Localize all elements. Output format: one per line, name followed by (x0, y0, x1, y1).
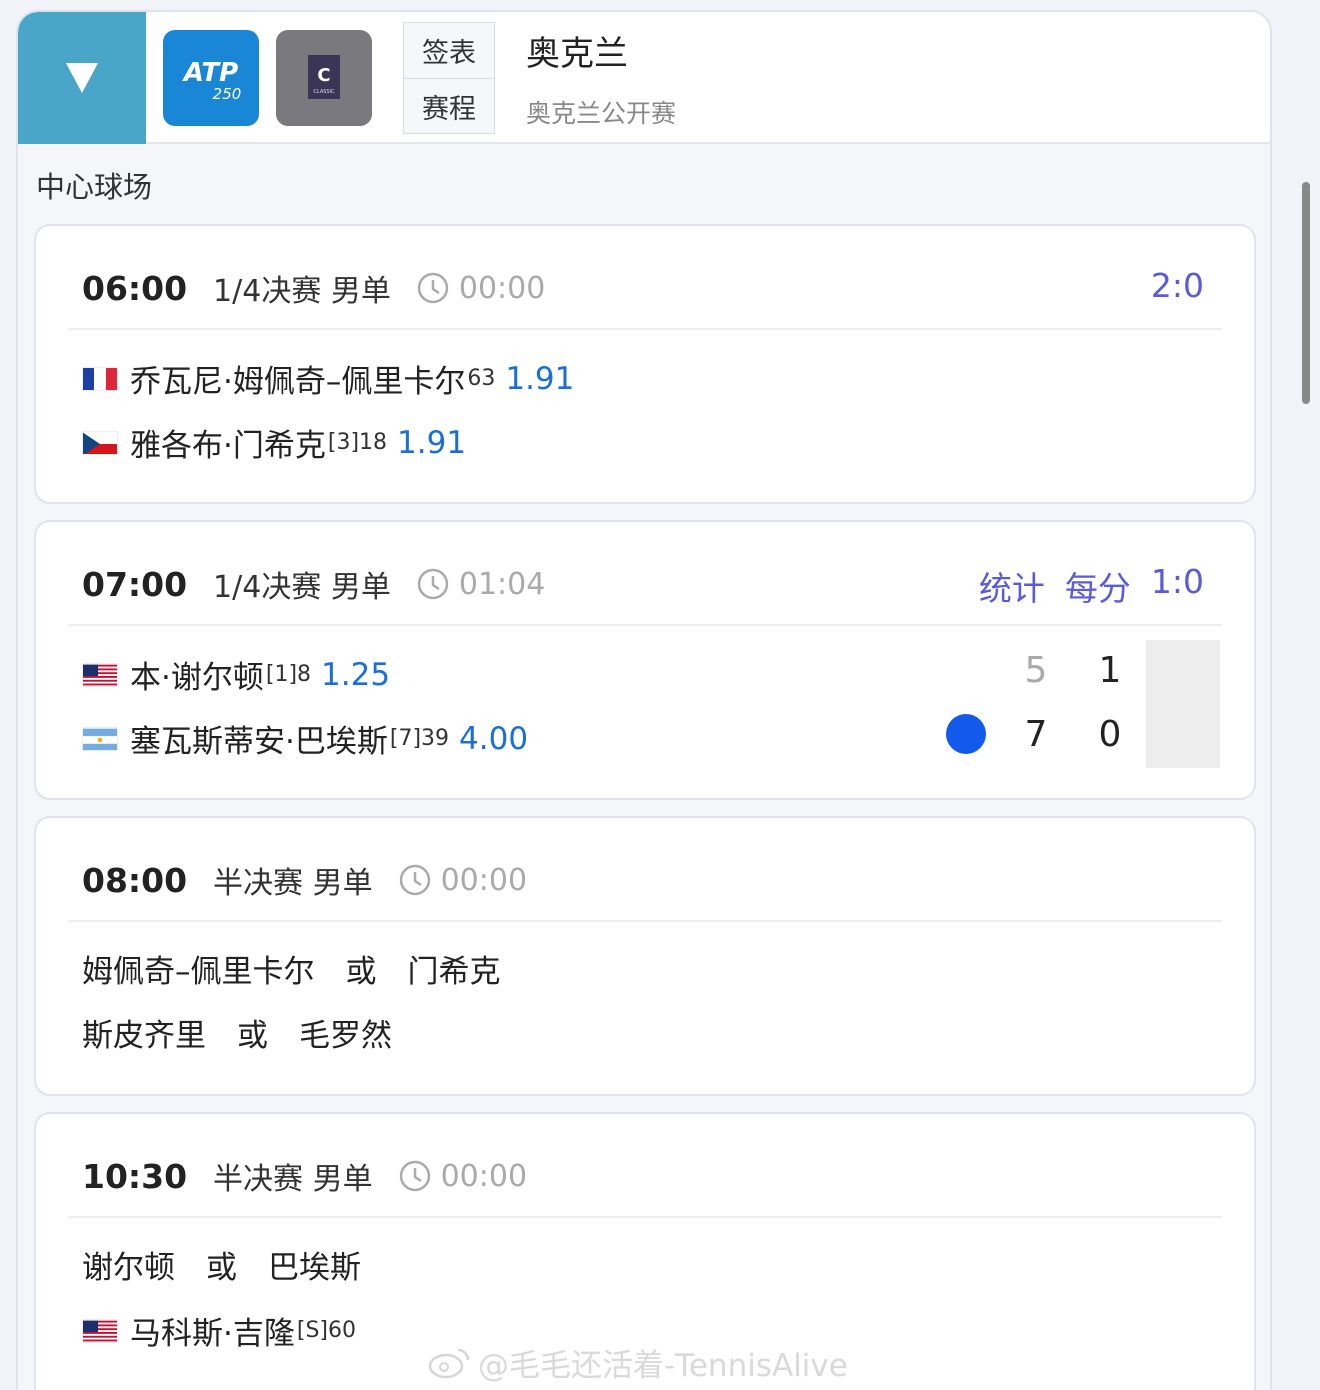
match-elapsed: 00:00 (440, 862, 528, 898)
player-odds: 1.91 (505, 360, 575, 397)
match-time: 07:00 (82, 564, 188, 604)
weibo-icon (428, 1348, 470, 1378)
clock-icon (417, 568, 449, 600)
tournament-subtitle: 奥克兰公开赛 (526, 99, 677, 128)
classic-logo: C CLASSIC (276, 30, 372, 126)
player-ranking: [3]18 (327, 430, 388, 455)
player-row[interactable]: 塞瓦斯蒂安·巴埃斯 [7]39 4.00 (82, 716, 528, 761)
player-row[interactable]: 本·谢尔顿 [1]8 1.25 (82, 652, 390, 697)
set-score: 1 (1098, 650, 1122, 691)
player-name: 雅各布·门希克 (130, 428, 326, 464)
tab-draw[interactable]: 签表 (404, 23, 494, 78)
match-meta: 2:0 (1151, 266, 1204, 305)
player-odds: 1.25 (321, 656, 391, 693)
collapse-toggle-button[interactable] (18, 12, 146, 144)
atp-logo-text: ATP (182, 58, 238, 88)
argentina-flag-icon (82, 726, 118, 751)
match-elapsed: 01:04 (458, 566, 546, 602)
match-elapsed: 00:00 (440, 1158, 528, 1194)
match-header: 10:30 半决赛 男单 00:00 (82, 1154, 527, 1198)
player-row[interactable]: 乔瓦尼·姆佩奇–佩里卡尔 63 1.91 (82, 356, 574, 401)
tournament-title: 奥克兰 (526, 34, 628, 74)
match-time: 06:00 (82, 268, 188, 308)
player-name: 乔瓦尼·姆佩奇–佩里卡尔 (130, 364, 466, 400)
set-score: 7 (1024, 714, 1048, 755)
match-round: 半决赛 男单 (213, 866, 373, 901)
usa-flag-icon (82, 1318, 118, 1343)
player-ranking: [1]8 (265, 662, 312, 687)
player-odds: 4.00 (459, 720, 529, 757)
player-name: 塞瓦斯蒂安·巴埃斯 (130, 724, 388, 760)
point-by-point-link[interactable]: 每分 (1065, 562, 1131, 610)
head-to-head-score[interactable]: 2:0 (1151, 266, 1204, 305)
head-to-head-score[interactable]: 1:0 (1151, 562, 1204, 610)
court-label: 中心球场 (36, 170, 153, 204)
stats-link[interactable]: 统计 (979, 562, 1045, 610)
game-score-box (1146, 640, 1220, 768)
tournament-header: ATP 250 C CLASSIC 签表 赛程 奥克兰 奥克兰公开赛 (18, 12, 1270, 144)
match-header: 07:00 1/4决赛 男单 01:04 (82, 562, 545, 606)
match-meta: 统计 每分 1:0 (979, 562, 1204, 610)
classic-logo-letter: C (317, 65, 330, 86)
set-score: 5 (1024, 650, 1048, 691)
player-ranking: [7]39 (389, 726, 450, 751)
player-row[interactable]: 马科斯·吉隆 [S]60 (82, 1308, 356, 1353)
match-time: 08:00 (82, 860, 188, 900)
clock-icon (399, 864, 430, 896)
serving-indicator (946, 714, 986, 754)
divider (68, 1216, 1222, 1218)
divider (68, 920, 1222, 922)
tbd-players-row: 斯皮齐里 或 毛罗然 (82, 1018, 392, 1054)
watermark: @毛毛还活着-TennisAlive (428, 1340, 848, 1385)
match-header: 06:00 1/4决赛 男单 00:00 (82, 266, 545, 310)
triangle-down-icon (66, 63, 98, 93)
match-card[interactable]: 07:00 1/4决赛 男单 01:04 统计 每分 1:0 本·谢尔顿 [1]… (34, 520, 1256, 800)
page-frame: ATP 250 C CLASSIC 签表 赛程 奥克兰 奥克兰公开赛 中心球场 … (16, 10, 1272, 1390)
match-round: 1/4决赛 男单 (213, 274, 391, 309)
player-name: 马科斯·吉隆 (130, 1316, 295, 1352)
set-score: 0 (1098, 714, 1122, 755)
atp-250-logo: ATP 250 (163, 30, 259, 126)
atp-logo-number: 250 (213, 85, 242, 103)
match-card[interactable]: 08:00 半决赛 男单 00:00 姆佩奇–佩里卡尔 或 门希克 斯皮齐里 或… (34, 816, 1256, 1096)
tab-schedule[interactable]: 赛程 (404, 78, 494, 133)
usa-flag-icon (82, 662, 118, 687)
clock-icon (399, 1160, 430, 1192)
player-name: 本·谢尔顿 (130, 660, 264, 696)
classic-logo-text: CLASSIC (313, 89, 335, 95)
france-flag-icon (82, 366, 118, 391)
match-round: 1/4决赛 男单 (213, 570, 391, 605)
czech-flag-icon (82, 430, 118, 455)
watermark-text: @毛毛还活着-TennisAlive (478, 1348, 848, 1384)
match-header: 08:00 半决赛 男单 00:00 (82, 858, 527, 902)
player-ranking: 63 (467, 366, 496, 391)
player-row[interactable]: 雅各布·门希克 [3]18 1.91 (82, 420, 466, 465)
player-ranking: [S]60 (296, 1318, 356, 1343)
match-time: 10:30 (82, 1156, 188, 1196)
view-tabs: 签表 赛程 (403, 22, 495, 134)
match-card[interactable]: 06:00 1/4决赛 男单 00:00 2:0 乔瓦尼·姆佩奇–佩里卡尔 63… (34, 224, 1256, 504)
match-elapsed: 00:00 (458, 270, 546, 306)
divider (68, 624, 1222, 626)
match-round: 半决赛 男单 (213, 1162, 373, 1197)
tbd-players-row: 谢尔顿 或 巴埃斯 (82, 1250, 361, 1286)
scrollbar[interactable] (1302, 182, 1310, 404)
tbd-players-row: 姆佩奇–佩里卡尔 或 门希克 (82, 954, 501, 990)
divider (68, 328, 1222, 330)
clock-icon (417, 272, 449, 304)
player-odds: 1.91 (397, 424, 467, 461)
